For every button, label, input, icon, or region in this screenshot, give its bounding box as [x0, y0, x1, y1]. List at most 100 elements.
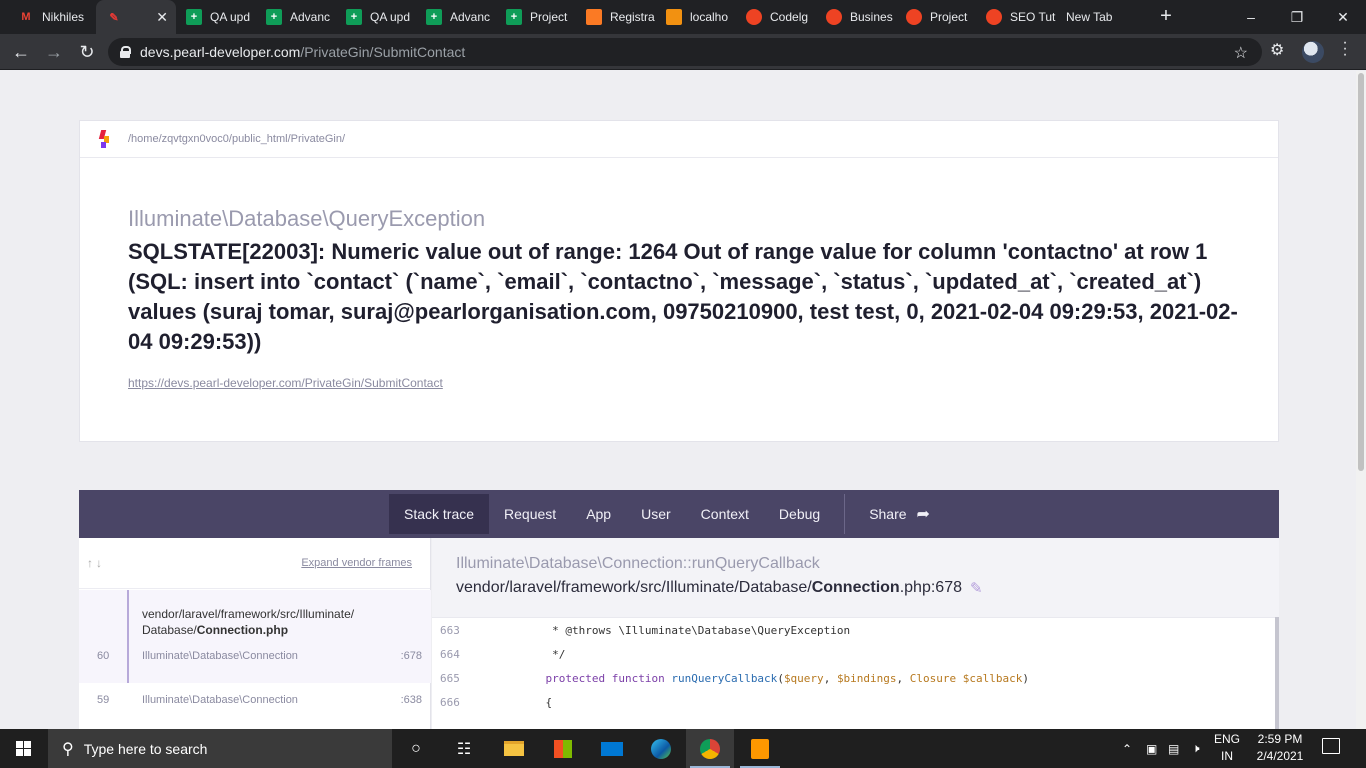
- store-icon[interactable]: [539, 729, 587, 768]
- close-window-icon[interactable]: ✕: [1320, 0, 1366, 34]
- error-tabs-bar: Stack trace Request App User Context Deb…: [79, 490, 1279, 538]
- browser-tab-title: Project: [930, 10, 968, 24]
- active-frame[interactable]: vendor/laravel/framework/src/Illuminate/…: [79, 590, 431, 683]
- share-arrow-icon: ➦: [916, 506, 930, 523]
- frame-file-path: vendor/laravel/framework/src/Illuminate/…: [456, 579, 983, 597]
- address-bar[interactable]: devs.pearl-developer.com/PrivateGin/Subm…: [108, 38, 1262, 66]
- browser-tab[interactable]: localho: [656, 0, 736, 34]
- mail-icon[interactable]: [588, 729, 636, 768]
- browser-tab[interactable]: New Tab: [1056, 0, 1146, 34]
- extensions-puzzle-icon[interactable]: ⚙: [1270, 40, 1284, 60]
- browser-tab[interactable]: ✎ ✕: [96, 0, 176, 34]
- sheets-icon: +: [426, 9, 442, 25]
- browser-tab[interactable]: Codelg: [736, 0, 816, 34]
- browser-tab-title: Advanc: [450, 10, 491, 24]
- network-icon[interactable]: ▤: [1168, 729, 1179, 768]
- taskbar-search[interactable]: ⚲ Type here to search: [48, 729, 392, 768]
- notifications-icon[interactable]: [1322, 738, 1340, 754]
- frame-nav-arrows-icon[interactable]: ↑↓: [87, 556, 105, 570]
- share-label: Share: [869, 506, 907, 522]
- browser-tab[interactable]: SEO Tut: [976, 0, 1056, 34]
- frame-row[interactable]: 59 Illuminate\Database\Connection :638: [79, 694, 431, 714]
- browser-tab-title: Project: [530, 10, 568, 24]
- browser-menu-icon[interactable]: · · ·: [1340, 35, 1350, 63]
- edge-icon[interactable]: [637, 729, 685, 768]
- expand-vendor-frames-link[interactable]: Expand vendor frames: [301, 557, 412, 569]
- request-url-link[interactable]: https://devs.pearl-developer.com/Private…: [128, 376, 443, 390]
- sheets-icon: +: [346, 9, 362, 25]
- chrome-icon[interactable]: [686, 729, 734, 768]
- app-path: /home/zqvtgxn0voc0/public_html/PrivateGi…: [128, 133, 346, 145]
- browser-tab-title: Advanc: [290, 10, 331, 24]
- profile-avatar[interactable]: [1302, 41, 1324, 63]
- tray-chevron-icon[interactable]: ⌃: [1122, 729, 1132, 768]
- bookmark-star-icon[interactable]: ☆: [1234, 43, 1248, 63]
- active-frame-file: vendor/laravel/framework/src/Illuminate/…: [142, 607, 355, 637]
- url-path: /PrivateGin/SubmitContact: [300, 44, 466, 60]
- browser-tab-title: SEO Tut: [1010, 10, 1056, 24]
- exception-message: SQLSTATE[22003]: Numeric value out of ra…: [128, 239, 1238, 354]
- windows-start-icon[interactable]: [16, 741, 32, 757]
- cortana-icon[interactable]: ○: [392, 729, 440, 768]
- codeigniter-icon: [986, 9, 1002, 25]
- system-clock[interactable]: 2:59 PM 2/4/2021: [1248, 731, 1312, 765]
- browser-tab[interactable]: Project: [896, 0, 976, 34]
- codeigniter-icon: [906, 9, 922, 25]
- codeigniter-icon: [746, 9, 762, 25]
- url-host: devs.pearl-developer.com: [140, 44, 301, 60]
- file-explorer-icon[interactable]: [490, 729, 538, 768]
- forward-arrow-icon[interactable]: →: [42, 40, 66, 64]
- browser-tab-title: Nikhiles: [42, 10, 85, 24]
- code-snippet: 663 * @throws \Illuminate\Database\Query…: [432, 617, 1275, 729]
- phpmyadmin-icon: [666, 9, 682, 25]
- lock-icon[interactable]: [120, 46, 131, 58]
- page-viewport: /home/zqvtgxn0voc0/public_html/PrivateGi…: [0, 71, 1356, 729]
- close-tab-icon[interactable]: ✕: [156, 9, 168, 26]
- browser-tab[interactable]: + QA upd: [176, 0, 256, 34]
- browser-tab-title: Codelg: [770, 10, 809, 24]
- code-line: 666 {: [440, 696, 553, 709]
- task-view-icon[interactable]: ☷: [440, 729, 488, 768]
- page-scrollbar[interactable]: [1356, 71, 1366, 729]
- tab-request[interactable]: Request: [489, 494, 571, 534]
- exception-class: Illuminate\Database\QueryException: [128, 206, 486, 231]
- browser-tab[interactable]: + Project: [496, 0, 576, 34]
- tab-debug[interactable]: Debug: [764, 494, 835, 534]
- language-indicator[interactable]: ENG IN: [1214, 731, 1240, 765]
- tab-context[interactable]: Context: [686, 494, 764, 534]
- code-panel: Illuminate\Database\Connection::runQuery…: [432, 538, 1279, 729]
- edit-pencil-icon[interactable]: ✎: [970, 579, 983, 597]
- reload-icon[interactable]: ↻: [75, 40, 99, 64]
- meet-now-icon[interactable]: ▣: [1146, 729, 1157, 768]
- pen-icon: ✎: [109, 11, 119, 24]
- sublime-text-icon[interactable]: [736, 729, 784, 768]
- new-tab-plus-icon[interactable]: +: [1154, 5, 1178, 29]
- browser-tab[interactable]: + Advanc: [256, 0, 336, 34]
- exception-card: /home/zqvtgxn0voc0/public_html/PrivateGi…: [79, 120, 1279, 442]
- browser-tab[interactable]: + Advanc: [416, 0, 496, 34]
- back-arrow-icon[interactable]: ←: [9, 40, 33, 64]
- browser-tab-title: QA upd: [370, 10, 411, 24]
- sheets-icon: +: [266, 9, 282, 25]
- tabs-divider: [844, 494, 846, 534]
- minimize-icon[interactable]: –: [1228, 0, 1274, 34]
- volume-muted-icon[interactable]: 🕨: [1192, 729, 1200, 768]
- browser-tab[interactable]: + QA upd: [336, 0, 416, 34]
- tab-stack-trace[interactable]: Stack trace: [389, 494, 490, 534]
- search-icon: ⚲: [62, 740, 74, 758]
- browser-tab[interactable]: Busines: [816, 0, 896, 34]
- browser-tab[interactable]: M Nikhiles: [8, 0, 96, 34]
- tab-app[interactable]: App: [571, 494, 626, 534]
- code-line: 665 protected function runQueryCallback(…: [440, 672, 1030, 685]
- browser-tab-title: localho: [690, 10, 729, 24]
- tab-user[interactable]: User: [626, 494, 686, 534]
- code-line: 663 * @throws \Illuminate\Database\Query…: [440, 624, 851, 637]
- code-scrollbar[interactable]: [1275, 617, 1279, 729]
- search-placeholder: Type here to search: [83, 740, 208, 757]
- share-button[interactable]: Share ➦: [854, 494, 945, 534]
- browser-tab-title: Busines: [850, 10, 893, 24]
- restore-icon[interactable]: ❐: [1274, 0, 1320, 34]
- browser-tab[interactable]: Registra: [576, 0, 656, 34]
- code-line: 664 */: [440, 648, 566, 661]
- sheets-icon: +: [186, 9, 202, 25]
